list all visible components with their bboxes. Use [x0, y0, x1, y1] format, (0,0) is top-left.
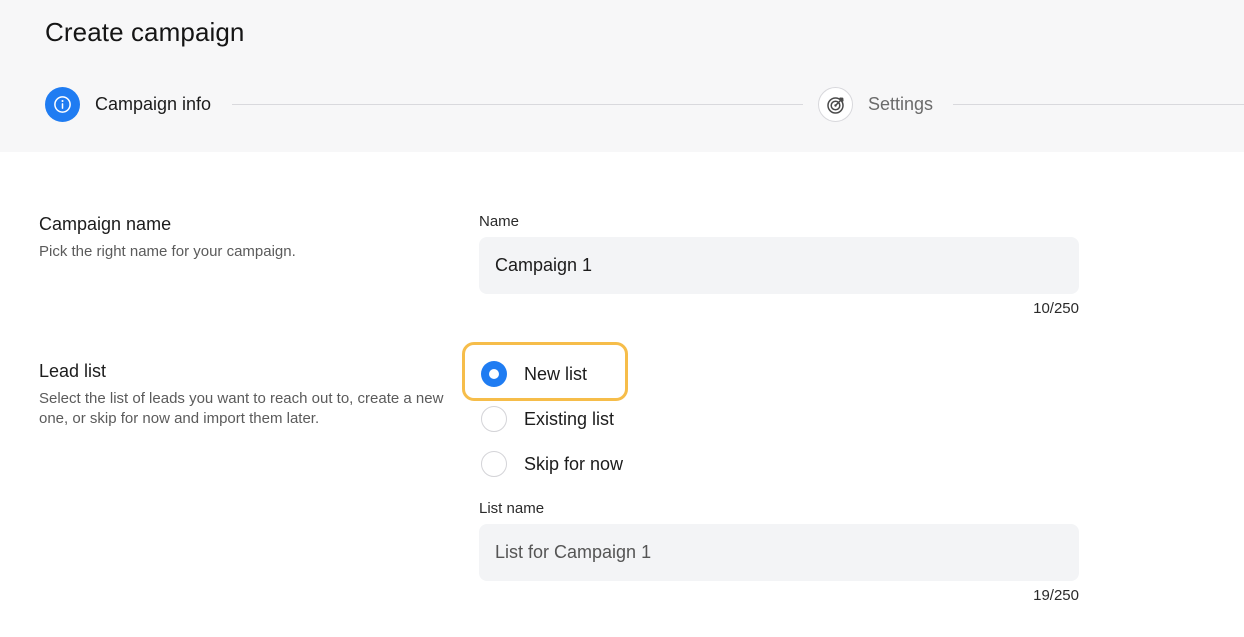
radio-button[interactable]	[481, 451, 507, 477]
step-label: Settings	[868, 94, 934, 114]
lead-list-description: Select the list of leads you want to rea…	[39, 390, 444, 427]
page-header: Create campaign Campaign info Settings	[0, 0, 1244, 152]
list-name-label: List name	[479, 500, 545, 517]
step-connector	[953, 104, 1244, 105]
radio-existing-list[interactable]: Existing list	[481, 406, 614, 432]
list-name-counter: 19/250	[1033, 587, 1079, 604]
radio-button[interactable]	[481, 406, 507, 432]
step-settings[interactable]: Settings	[818, 87, 933, 122]
radio-label: Skip for now	[524, 453, 624, 474]
page-title: Create campaign	[45, 17, 245, 47]
campaign-name-counter: 10/250	[1033, 300, 1079, 317]
step-label: Campaign info	[95, 94, 212, 114]
radio-button[interactable]	[481, 361, 507, 387]
campaign-name-title: Campaign name	[39, 214, 172, 234]
name-field-label: Name	[479, 213, 520, 230]
campaign-name-input[interactable]	[479, 237, 1079, 294]
step-connector	[232, 104, 803, 105]
radio-new-list[interactable]: New list	[481, 361, 587, 387]
radio-skip-for-now[interactable]: Skip for now	[481, 451, 623, 477]
target-icon	[818, 87, 853, 122]
list-name-input[interactable]	[479, 524, 1079, 581]
radio-label: Existing list	[524, 408, 615, 429]
radio-label: New list	[524, 363, 588, 384]
lead-list-title: Lead list	[39, 361, 107, 381]
campaign-name-description: Pick the right name for your campaign.	[39, 243, 296, 260]
info-icon	[45, 87, 80, 122]
step-campaign-info[interactable]: Campaign info	[45, 87, 211, 122]
